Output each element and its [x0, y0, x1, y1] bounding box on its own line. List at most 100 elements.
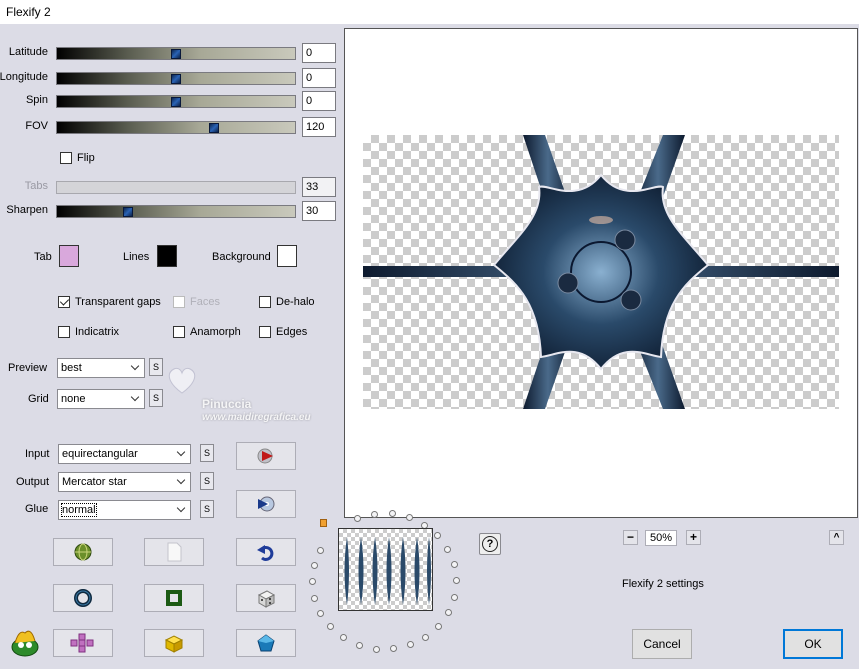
cube-button[interactable]	[144, 629, 204, 657]
chevron-down-icon	[177, 476, 187, 486]
indicatrix-checkbox[interactable]: Indicatrix	[58, 326, 119, 338]
help-icon: ?	[482, 536, 498, 552]
dice-button[interactable]	[236, 584, 296, 612]
slider-label-longitude: Longitude	[0, 71, 48, 83]
flip-box[interactable]	[60, 152, 72, 164]
dial-dot[interactable]	[445, 609, 453, 617]
lines-color-swatch[interactable]	[157, 245, 177, 267]
flip-checkbox[interactable]: Flip	[60, 152, 95, 164]
chevron-down-icon	[131, 362, 141, 372]
de-halo-box[interactable]	[259, 296, 271, 308]
fov-slider-thumb[interactable]	[209, 123, 220, 133]
transparent-gaps-checkbox[interactable]: Transparent gaps	[58, 296, 161, 308]
glue-label: Glue	[25, 503, 49, 515]
dial-dot[interactable]	[354, 514, 362, 522]
dial-dot[interactable]	[372, 645, 380, 653]
input-apply-button[interactable]	[236, 442, 296, 470]
dial-dot[interactable]	[390, 645, 398, 653]
dial-dot[interactable]	[327, 623, 335, 631]
title-bar: Flexify 2	[0, 0, 859, 24]
slider-label-tabs: Tabs	[24, 180, 48, 192]
glue-dropdown[interactable]: normal	[58, 500, 191, 520]
dial-dot[interactable]	[355, 641, 363, 649]
latitude-slider[interactable]	[56, 47, 296, 60]
fov-value-field[interactable]: 120	[302, 117, 336, 137]
dial-dot[interactable]	[340, 634, 348, 642]
collapse-button[interactable]: ^	[829, 530, 844, 545]
input-dropdown[interactable]: equirectangular	[58, 444, 191, 464]
blank-page-button[interactable]	[144, 538, 204, 566]
mercator-star-image	[363, 135, 839, 409]
chevron-down-icon	[177, 504, 187, 514]
ok-button[interactable]: OK	[783, 629, 843, 659]
sharpen-slider-thumb[interactable]	[123, 207, 134, 217]
indicatrix-box[interactable]	[58, 326, 70, 338]
zoom-out-button[interactable]: −	[623, 530, 638, 545]
background-color-swatch[interactable]	[277, 245, 297, 267]
output-apply-button[interactable]	[236, 490, 296, 518]
preview-s-button[interactable]: S	[149, 358, 163, 376]
spin-value-field[interactable]: 0	[302, 91, 336, 111]
sharpen-slider[interactable]	[56, 205, 296, 218]
pentagon-button[interactable]	[236, 629, 296, 657]
sharpen-value-field[interactable]: 30	[302, 201, 336, 221]
edges-box[interactable]	[259, 326, 271, 338]
grid-s-button[interactable]: S	[149, 389, 163, 407]
dial-dot[interactable]	[407, 641, 415, 649]
cancel-button[interactable]: Cancel	[632, 629, 692, 659]
dial-dot[interactable]	[317, 546, 325, 554]
ring-button[interactable]	[53, 584, 113, 612]
cube-icon	[164, 635, 184, 653]
dial-dot[interactable]	[311, 561, 319, 569]
preview-dropdown[interactable]: best	[57, 358, 145, 378]
dial-dot[interactable]	[317, 609, 325, 617]
preview-image	[363, 135, 839, 409]
dial-dot[interactable]	[405, 514, 413, 522]
edges-label: Edges	[276, 326, 308, 338]
spin-slider-thumb[interactable]	[171, 97, 181, 107]
latitude-value-field[interactable]: 0	[302, 43, 336, 63]
dial-dot[interactable]	[435, 622, 443, 630]
transparent-gaps-box[interactable]	[58, 296, 70, 308]
spin-slider[interactable]	[56, 95, 296, 108]
red-arrow-icon	[257, 448, 273, 464]
cube-net-button[interactable]	[53, 629, 113, 657]
zoom-in-button[interactable]: +	[686, 530, 701, 545]
transparent-gaps-label: Transparent gaps	[75, 296, 161, 308]
anamorph-box[interactable]	[173, 326, 185, 338]
undo-button[interactable]	[236, 538, 296, 566]
output-dropdown[interactable]: Mercator star	[58, 472, 191, 492]
input-s-button[interactable]: S	[200, 444, 214, 462]
dial-dot[interactable]	[422, 633, 430, 641]
longitude-slider-thumb[interactable]	[171, 74, 181, 84]
dial-dot[interactable]	[311, 594, 319, 602]
dial-dot[interactable]	[451, 593, 459, 601]
flip-label: Flip	[77, 152, 95, 164]
dial-dot[interactable]	[371, 510, 379, 518]
output-s-button[interactable]: S	[200, 472, 214, 490]
preview-canvas[interactable]	[344, 28, 858, 518]
tab-color-swatch[interactable]	[59, 245, 79, 267]
glue-s-button[interactable]: S	[200, 500, 214, 518]
dial-dot[interactable]	[309, 578, 316, 586]
longitude-value-field[interactable]: 0	[302, 68, 336, 88]
globe-button[interactable]	[53, 538, 113, 566]
edges-checkbox[interactable]: Edges	[259, 326, 307, 338]
grid-dropdown[interactable]: none	[57, 389, 145, 409]
dial-dot[interactable]	[452, 577, 460, 585]
dial-dot[interactable]	[444, 545, 452, 553]
undo-icon	[257, 545, 274, 561]
help-button[interactable]: ?	[479, 533, 501, 555]
preset-thumbnail[interactable]	[338, 528, 433, 611]
anamorph-label: Anamorph	[190, 326, 241, 338]
frame-button[interactable]	[144, 584, 204, 612]
longitude-slider[interactable]	[56, 72, 296, 85]
input-label: Input	[25, 448, 50, 460]
de-halo-checkbox[interactable]: De-halo	[259, 296, 315, 308]
dial-marker[interactable]	[320, 519, 327, 527]
fov-slider[interactable]	[56, 121, 296, 134]
latitude-slider-thumb[interactable]	[171, 49, 181, 59]
dial-dot[interactable]	[434, 532, 442, 540]
anamorph-checkbox[interactable]: Anamorph	[173, 326, 241, 338]
dial-dot[interactable]	[450, 561, 458, 568]
